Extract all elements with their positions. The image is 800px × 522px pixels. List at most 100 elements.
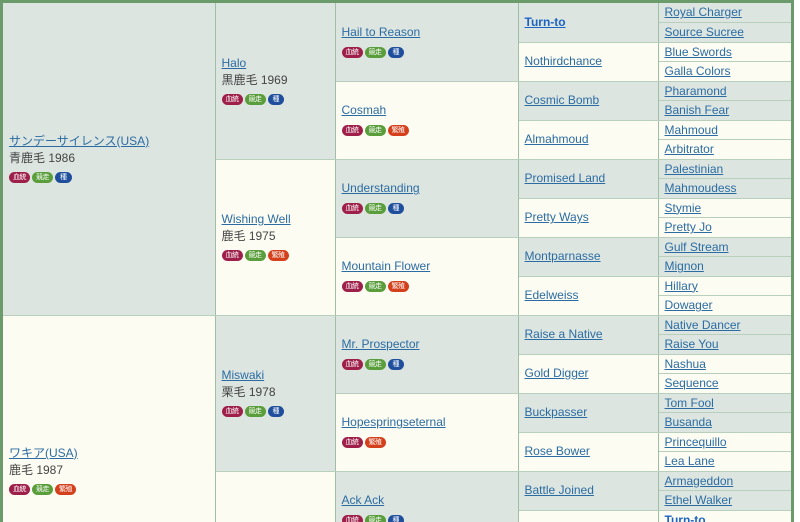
badge-pedigree[interactable]: 血統 bbox=[341, 514, 363, 522]
horse-link[interactable]: Pretty Jo bbox=[665, 219, 712, 235]
horse-link[interactable]: Nothirdchance bbox=[525, 53, 602, 69]
badge-pedigree[interactable]: 血統 bbox=[9, 172, 30, 184]
horse-link[interactable]: Gulf Stream bbox=[665, 239, 729, 255]
horse-link[interactable]: Gold Digger bbox=[525, 365, 589, 381]
badge-broodmare[interactable]: 繁殖 bbox=[364, 436, 386, 448]
horse-link[interactable]: Halo bbox=[222, 55, 247, 71]
pedigree-cell: Mahmoudess bbox=[658, 178, 791, 199]
horse-link[interactable]: Ethel Walker bbox=[665, 492, 733, 508]
badge-broodmare[interactable]: 繁殖 bbox=[267, 250, 289, 262]
badge-pedigree[interactable]: 血統 bbox=[341, 358, 363, 370]
horse-link[interactable]: Tom Fool bbox=[665, 395, 714, 411]
horse-link[interactable]: Pretty Ways bbox=[525, 209, 589, 225]
badge-racing[interactable]: 競走 bbox=[364, 514, 386, 522]
horse-link[interactable]: Ack Ack bbox=[342, 492, 385, 508]
horse-link[interactable]: Wishing Well bbox=[222, 211, 291, 227]
horse-link[interactable]: Edelweiss bbox=[525, 287, 579, 303]
pedigree-cell: Mountain Flower 血統 競走 繁殖 bbox=[335, 237, 519, 316]
badge-pedigree[interactable]: 血統 bbox=[221, 94, 243, 106]
horse-link[interactable]: Busanda bbox=[665, 414, 712, 430]
badge-broodmare[interactable]: 繁殖 bbox=[55, 484, 76, 496]
pedigree-cell: Dowager bbox=[658, 295, 791, 316]
pedigree-cell: Hillary bbox=[658, 276, 791, 296]
horse-link[interactable]: Banish Fear bbox=[665, 102, 730, 118]
badge-stud[interactable]: 種 bbox=[387, 514, 404, 522]
horse-link[interactable]: Mahmoud bbox=[665, 122, 718, 138]
badge-stud[interactable]: 種 bbox=[387, 358, 404, 370]
horse-link[interactable]: Palestinian bbox=[665, 161, 724, 177]
badge-stud[interactable]: 種 bbox=[387, 46, 404, 58]
badge-racing[interactable]: 競走 bbox=[32, 484, 53, 496]
badge-racing[interactable]: 競走 bbox=[364, 46, 386, 58]
pedigree-cell: Promised Land bbox=[518, 159, 659, 199]
horse-link[interactable]: Mahmoudess bbox=[665, 180, 737, 196]
badge-stud[interactable]: 種 bbox=[55, 172, 72, 184]
horse-link[interactable]: Armageddon bbox=[665, 473, 734, 489]
horse-link[interactable]: Mountain Flower bbox=[342, 258, 431, 274]
badge-pedigree[interactable]: 血統 bbox=[341, 436, 363, 448]
horse-link[interactable]: Sequence bbox=[665, 375, 719, 391]
badge-pedigree[interactable]: 血統 bbox=[341, 124, 363, 136]
horse-link[interactable]: Miswaki bbox=[222, 367, 265, 383]
horse-link[interactable]: Pharamond bbox=[665, 83, 727, 99]
horse-link[interactable]: Buckpasser bbox=[525, 404, 588, 420]
horse-link[interactable]: Rose Bower bbox=[525, 443, 590, 459]
horse-link[interactable]: Hillary bbox=[665, 278, 698, 294]
horse-link[interactable]: サンデーサイレンス(USA) bbox=[9, 133, 149, 149]
badge-pedigree[interactable]: 血統 bbox=[221, 250, 243, 262]
horse-link[interactable]: Dowager bbox=[665, 297, 713, 313]
badge-racing[interactable]: 競走 bbox=[364, 280, 386, 292]
badge-pedigree[interactable]: 血統 bbox=[341, 280, 363, 292]
pedigree-cell: Pretty Ways bbox=[518, 198, 659, 238]
horse-link[interactable]: Mignon bbox=[665, 258, 704, 274]
badge-racing[interactable]: 競走 bbox=[364, 358, 386, 370]
badge-pedigree[interactable]: 血統 bbox=[341, 46, 363, 58]
horse-link[interactable]: Turn-to bbox=[525, 14, 566, 30]
badge-broodmare[interactable]: 繁殖 bbox=[387, 280, 409, 292]
horse-link[interactable]: Raise a Native bbox=[525, 326, 603, 342]
badge-racing[interactable]: 競走 bbox=[244, 406, 266, 418]
badge-group: 血統 繁殖 bbox=[341, 434, 512, 450]
badge-racing[interactable]: 競走 bbox=[364, 202, 386, 214]
pedigree-panel: サンデーサイレンス(USA) 青鹿毛 1986 血統 競走種 Halo 黒鹿毛 1969 血… bbox=[0, 0, 794, 522]
badge-broodmare[interactable]: 繁殖 bbox=[387, 124, 409, 136]
badge-racing[interactable]: 競走 bbox=[364, 124, 386, 136]
horse-link[interactable]: Mr. Prospector bbox=[342, 336, 420, 352]
horse-link[interactable]: Lea Lane bbox=[665, 453, 715, 469]
horse-link[interactable]: ワキア(USA) bbox=[9, 445, 78, 461]
horse-link[interactable]: Almahmoud bbox=[525, 131, 589, 147]
badge-group: 血統 競走 繁殖 bbox=[221, 247, 329, 263]
badge-pedigree[interactable]: 血統 bbox=[341, 202, 363, 214]
horse-link[interactable]: Promised Land bbox=[525, 170, 606, 186]
horse-link[interactable]: Cosmic Bomb bbox=[525, 92, 600, 108]
horse-link[interactable]: Source Sucree bbox=[665, 24, 744, 40]
badge-stud[interactable]: 種 bbox=[267, 406, 284, 418]
badge-pedigree[interactable]: 血統 bbox=[9, 484, 30, 496]
horse-link[interactable]: Blue Swords bbox=[665, 44, 732, 60]
badge-stud[interactable]: 種 bbox=[387, 202, 404, 214]
badge-racing[interactable]: 競走 bbox=[32, 172, 53, 184]
horse-link[interactable]: Understanding bbox=[342, 180, 420, 196]
horse-link[interactable]: Raise You bbox=[665, 336, 719, 352]
pedigree-cell: Fast Turn bbox=[518, 510, 659, 522]
horse-link[interactable]: Native Dancer bbox=[665, 317, 741, 333]
horse-link[interactable]: Galla Colors bbox=[665, 63, 731, 79]
horse-link[interactable]: Battle Joined bbox=[525, 482, 594, 498]
horse-link[interactable]: Hail to Reason bbox=[342, 24, 421, 40]
badge-pedigree[interactable]: 血統 bbox=[221, 406, 243, 418]
badge-racing[interactable]: 競走 bbox=[244, 250, 266, 262]
horse-link[interactable]: Turn-to bbox=[665, 512, 706, 522]
pedigree-cell: Nashua bbox=[658, 354, 791, 374]
badge-stud[interactable]: 種 bbox=[267, 94, 284, 106]
horse-link[interactable]: Stymie bbox=[665, 200, 702, 216]
badge-racing[interactable]: 競走 bbox=[244, 94, 266, 106]
horse-link[interactable]: Cosmah bbox=[342, 102, 387, 118]
horse-link[interactable]: Nashua bbox=[665, 356, 706, 372]
pedigree-cell: Native Dancer bbox=[658, 315, 791, 335]
pedigree-cell: Wishing Well 鹿毛 1975 血統 競走 繁殖 bbox=[215, 159, 336, 316]
horse-link[interactable]: Royal Charger bbox=[665, 4, 742, 20]
horse-link[interactable]: Hopespringseternal bbox=[342, 414, 446, 430]
horse-link[interactable]: Princequillo bbox=[665, 434, 727, 450]
horse-link[interactable]: Montparnasse bbox=[525, 248, 601, 264]
horse-link[interactable]: Arbitrator bbox=[665, 141, 714, 157]
